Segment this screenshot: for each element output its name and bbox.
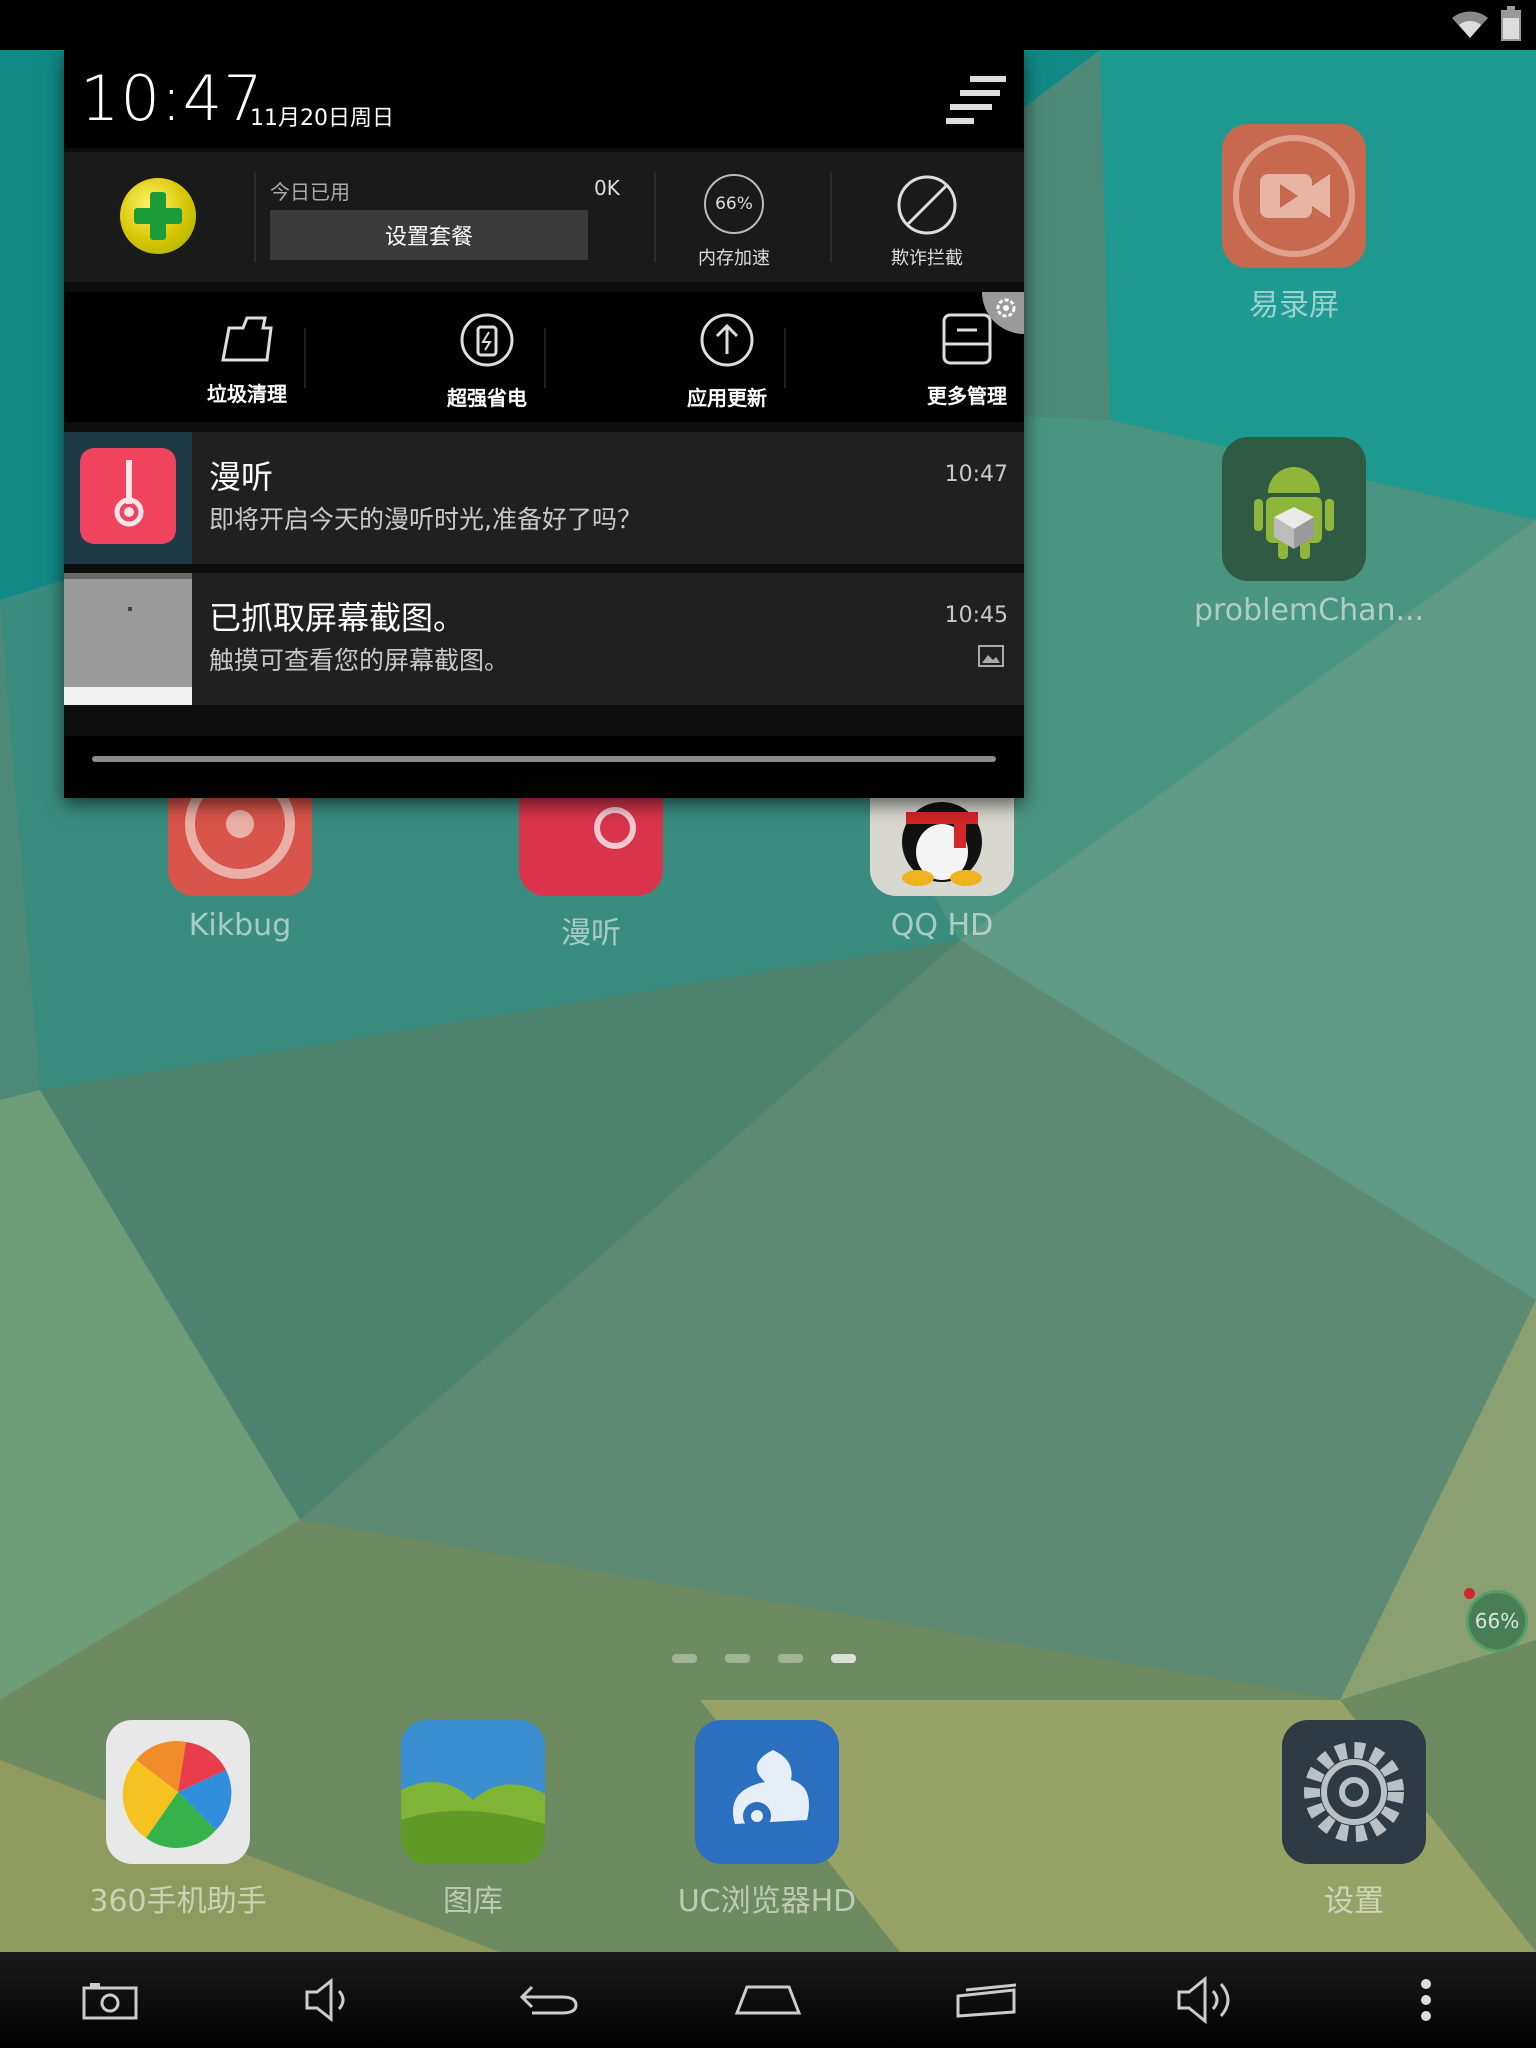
app-label: UC浏览器HD <box>677 1884 857 1919</box>
page-dot[interactable] <box>725 1654 750 1663</box>
tool-cleanup[interactable]: 垃圾清理 <box>177 312 317 407</box>
shade-header: 10:47 11月20日周日 <box>64 50 1024 148</box>
power-save-icon <box>460 313 514 367</box>
clock: 10:47 <box>80 62 264 135</box>
app-label: 易录屏 <box>1249 288 1339 323</box>
page-dot-active[interactable] <box>831 1654 856 1663</box>
notification-shade: 10:47 11月20日周日 今日已用 0K 设置套餐 66% 内存加速 欺诈拦… <box>64 50 1024 798</box>
app-label: Kikbug <box>188 908 292 943</box>
divider <box>544 328 546 388</box>
app-label: problemChan... <box>1194 593 1425 628</box>
dock-gallery[interactable]: 图库 <box>373 1720 573 1920</box>
settings-gear-icon <box>1282 1720 1426 1864</box>
dock-uc-browser[interactable]: UC浏览器HD <box>667 1720 867 1920</box>
back-button[interactable] <box>489 1960 609 2040</box>
app-label: 漫听 <box>561 916 621 951</box>
volume-up-button[interactable] <box>1147 1960 1267 2040</box>
dock-settings[interactable]: 设置 <box>1254 1720 1454 1920</box>
drag-handle-bar <box>92 756 996 762</box>
memory-boost-label: 内存加速 <box>698 248 770 269</box>
security-panel: 今日已用 0K 设置套餐 66% 内存加速 欺诈拦截 <box>64 152 1024 282</box>
dock-360-assistant[interactable]: 360手机助手 <box>78 1720 278 1920</box>
screenshot-camera-icon <box>82 1983 138 2020</box>
notification-title: 已抓取屏幕截图。 <box>209 599 466 637</box>
recent-apps-icon <box>956 1983 1017 2018</box>
notification-manting[interactable]: 漫听 即将开启今天的漫听时光,准备好了吗？ 10:47 <box>64 432 1024 564</box>
notification-time: 10:47 <box>944 462 1008 487</box>
image-icon <box>978 645 1004 667</box>
navigation-bar <box>0 1952 1536 2048</box>
menu-button[interactable] <box>1366 1960 1486 2040</box>
notification-dot <box>1464 1588 1475 1599</box>
tool-label: 超强省电 <box>447 386 527 410</box>
divider <box>254 172 256 262</box>
memory-boost-button[interactable]: 66% <box>704 174 764 234</box>
menu-dots-icon <box>1421 1979 1432 2021</box>
notification-screenshot[interactable]: 已抓取屏幕截图。 触摸可查看您的屏幕截图。 10:45 <box>64 573 1024 705</box>
divider <box>654 172 656 262</box>
memory-float-bubble[interactable]: 66% <box>1466 1590 1528 1652</box>
data-used-label: 今日已用 <box>270 180 350 204</box>
manting-app-icon <box>64 432 192 564</box>
home-icon <box>734 1985 802 2015</box>
app-problemchan[interactable]: problemChan... <box>1194 437 1425 628</box>
tool-shortcuts: 垃圾清理 超强省电 应用更新 更多管理 <box>64 292 1024 422</box>
battery-icon <box>1501 6 1521 41</box>
notification-text: 即将开启今天的漫听时光,准备好了吗？ <box>209 505 642 534</box>
uc-browser-icon <box>695 1720 839 1864</box>
cleanup-folder-icon <box>221 316 273 362</box>
page-dot[interactable] <box>778 1654 803 1663</box>
app-label: QQ HD <box>890 908 994 943</box>
volume-down-button[interactable] <box>269 1960 389 2040</box>
quick-settings-toggle-icon[interactable] <box>944 74 1008 124</box>
volume-up-icon <box>1177 1975 1230 2025</box>
back-icon <box>519 1985 578 2015</box>
android-robot-icon <box>1222 437 1366 581</box>
screen-recorder-icon <box>1222 124 1366 268</box>
divider <box>830 172 832 262</box>
data-used-value: 0K <box>594 176 620 200</box>
home-button[interactable] <box>708 1960 828 2040</box>
set-plan-button[interactable]: 设置套餐 <box>270 210 588 260</box>
page-dot[interactable] <box>672 1654 697 1663</box>
app-label: 360手机助手 <box>89 1884 267 1919</box>
fraud-block-icon[interactable] <box>896 174 958 236</box>
divider <box>304 328 306 388</box>
divider <box>784 328 786 388</box>
screenshot-button[interactable] <box>50 1960 170 2040</box>
app-label: 设置 <box>1324 1884 1384 1919</box>
update-arrow-icon <box>700 313 754 367</box>
360-security-logo-icon[interactable] <box>120 178 196 254</box>
page-indicator <box>672 1654 856 1663</box>
volume-down-icon <box>305 1977 345 2023</box>
tool-app-update[interactable]: 应用更新 <box>657 312 797 411</box>
app-screen-recorder[interactable]: 易录屏 <box>1194 124 1394 324</box>
panel-settings-button[interactable] <box>982 292 1024 334</box>
notification-title: 漫听 <box>209 458 274 496</box>
recent-apps-button[interactable] <box>927 1960 1047 2040</box>
divider <box>192 564 1024 567</box>
date: 11月20日周日 <box>250 106 394 131</box>
notification-time: 10:45 <box>944 603 1008 628</box>
small-gear-icon <box>996 298 1016 318</box>
tool-label: 更多管理 <box>927 384 1007 408</box>
tool-label: 应用更新 <box>687 386 767 410</box>
wifi-icon <box>1452 11 1488 38</box>
screenshot-thumbnail <box>64 573 192 705</box>
status-bar <box>0 0 1536 50</box>
app-label: 图库 <box>443 1884 503 1919</box>
fraud-block-label: 欺诈拦截 <box>891 248 963 269</box>
tool-power-save[interactable]: 超强省电 <box>417 312 557 411</box>
tool-label: 垃圾清理 <box>207 382 287 406</box>
shade-handle[interactable] <box>64 736 1024 798</box>
360-assistant-icon <box>106 1720 250 1864</box>
gallery-icon <box>401 1720 545 1864</box>
notification-text: 触摸可查看您的屏幕截图。 <box>209 646 510 675</box>
